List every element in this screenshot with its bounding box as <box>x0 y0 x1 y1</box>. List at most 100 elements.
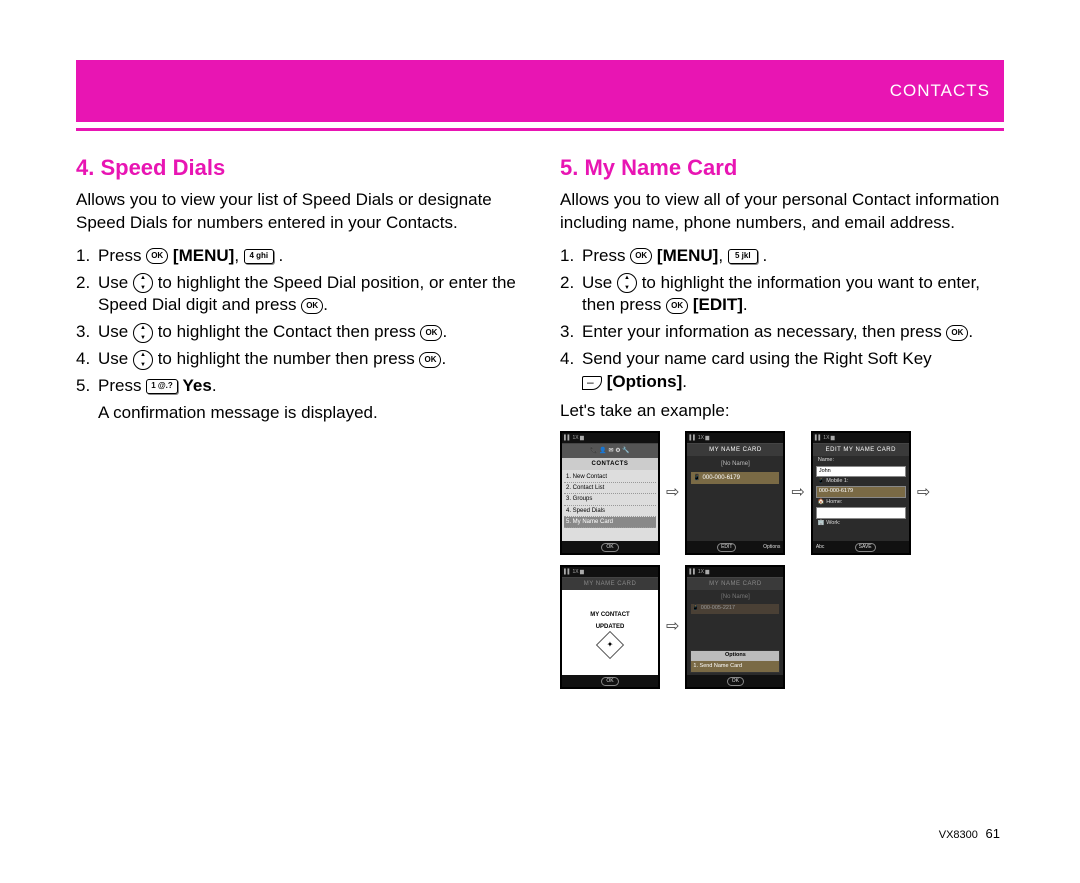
list-item: 2. Contact List <box>564 483 656 494</box>
nav-updown-icon <box>617 273 637 293</box>
list-item: 3. Groups <box>564 494 656 505</box>
phone-screen-title: EDIT MY NAME CARD <box>813 444 909 456</box>
model-number: VX8300 <box>939 829 978 841</box>
options-popup: Options 1. Send Name Card <box>690 650 780 673</box>
phone-softkeys: OK <box>687 675 783 687</box>
page-number: 61 <box>986 826 1000 841</box>
softkey-center: OK <box>601 543 618 552</box>
text: Send your name card using the Right Soft… <box>582 349 932 368</box>
screenshots-row-1: ▌▌ 1X ▆ 📞 👤 ✉ ⚙ 🔧 CONTACTS 1. New Contac… <box>560 431 1004 555</box>
header-section-label: CONTACTS <box>890 81 990 101</box>
confirm-diamond-icon: ✦ <box>596 631 624 659</box>
key-1: 1 @.? <box>146 379 178 394</box>
step-5-left: 5. Press 1 @.? Yes. <box>76 375 520 398</box>
popup-line: UPDATED <box>596 623 625 631</box>
step-text: Use to highlight the information you wan… <box>582 272 1004 318</box>
arrow-right-icon: ⇨ <box>917 482 930 504</box>
step-number: 1. <box>76 245 98 268</box>
list-item: 4. Speed Dials <box>564 506 656 517</box>
field-label: Mobile 1: <box>826 478 848 484</box>
text: . <box>758 246 767 265</box>
phone-body: 1. New Contact 2. Contact List 3. Groups… <box>562 470 658 541</box>
text: Use <box>98 349 133 368</box>
text: to highlight the Contact then press <box>158 322 421 341</box>
softkey-left: Abc <box>816 544 825 551</box>
step-text: Send your name card using the Right Soft… <box>582 348 1004 394</box>
phone-softkeys: EDITOptions <box>687 541 783 553</box>
phone-screen-title: MY NAME CARD <box>687 444 783 456</box>
field-label: Name: <box>818 457 834 463</box>
key-4: 4 ghi <box>244 249 274 264</box>
selected-number: 📱 000-000-6179 <box>691 472 779 484</box>
key-5: 5 jkl <box>728 249 758 264</box>
right-softkey-icon <box>582 376 602 390</box>
ok-icon: OK <box>946 325 968 341</box>
no-name: [No Name] <box>689 458 781 470</box>
step-number: 3. <box>76 321 98 344</box>
text: Press <box>582 246 630 265</box>
arrow-right-icon: ⇨ <box>791 482 804 504</box>
step-1-right: 1. Press OK [MENU], 5 jkl . <box>560 245 1004 268</box>
text: Use <box>98 322 133 341</box>
ok-icon: OK <box>420 325 442 341</box>
phone-body: [No Name] 📱 000-005-2217 Options 1. Send… <box>687 590 783 675</box>
column-right: 5. My Name Card Allows you to view all o… <box>560 153 1004 689</box>
intro-my-name-card: Allows you to view all of your personal … <box>560 189 1004 235</box>
phone-screen-title: MY NAME CARD <box>562 578 658 590</box>
softkey-center: OK <box>601 677 618 686</box>
phone-softkeys: OK <box>562 675 658 687</box>
nav-updown-icon <box>133 323 153 343</box>
edit-label: EDIT <box>699 295 738 314</box>
number-value: 000-000-6179 <box>703 475 740 481</box>
phone-screen-title: MY NAME CARD <box>687 578 783 590</box>
softkey-center: SAVE <box>855 543 876 552</box>
text: , <box>718 246 727 265</box>
step-number: 2. <box>76 272 98 318</box>
text: . <box>442 322 447 341</box>
text: . <box>274 246 283 265</box>
text: to highlight the information you want to… <box>582 273 980 315</box>
text: Use <box>98 273 133 292</box>
text: Press <box>98 376 146 395</box>
step-1-left: 1. Press OK [MENU], 4 ghi . <box>76 245 520 268</box>
step-text: Press 1 @.? Yes. <box>98 375 520 398</box>
columns: 4. Speed Dials Allows you to view your l… <box>76 153 1004 689</box>
phone-statusbar: ▌▌ 1X ▆ <box>813 433 909 444</box>
step-text: Use to highlight the number then press O… <box>98 348 520 371</box>
field-label: Work: <box>826 520 840 526</box>
softkey-center: OK <box>727 677 744 686</box>
popup-title: Options <box>691 651 779 660</box>
step-number: 1. <box>560 245 582 268</box>
phone-statusbar: ▌▌ 1X ▆ <box>687 433 783 444</box>
step-text: Press OK [MENU], 5 jkl . <box>582 245 1004 268</box>
field-value-selected: 000-000-6179 <box>816 486 906 497</box>
list-item: 1. New Contact <box>564 472 656 483</box>
phone-body: [No Name] 📱 000-000-6179 <box>687 456 783 541</box>
menu-label: MENU <box>179 246 229 265</box>
phone-softkeys: OK <box>562 541 658 553</box>
column-left: 4. Speed Dials Allows you to view your l… <box>76 153 520 689</box>
step-text: Use to highlight the Speed Dial position… <box>98 272 520 318</box>
step-number: 3. <box>560 321 582 344</box>
footer: VX8300 61 <box>939 826 1000 841</box>
phone-shot-contacts-menu: ▌▌ 1X ▆ 📞 👤 ✉ ⚙ 🔧 CONTACTS 1. New Contac… <box>560 431 660 555</box>
phone-iconbar: 📞 👤 ✉ ⚙ 🔧 <box>562 444 658 458</box>
popup-line: MY CONTACT <box>590 611 629 619</box>
section-title-my-name-card: 5. My Name Card <box>560 153 1004 183</box>
text: . <box>323 295 328 314</box>
ok-icon: OK <box>666 298 688 314</box>
step-2-right: 2. Use to highlight the information you … <box>560 272 1004 318</box>
dimmed-number: 📱 000-005-2217 <box>691 604 779 613</box>
nav-updown-icon <box>133 273 153 293</box>
options-label: Options <box>612 372 676 391</box>
field-label: Home: <box>826 499 842 505</box>
phone-shot-name-card-view: ▌▌ 1X ▆ MY NAME CARD [No Name] 📱 000-000… <box>685 431 785 555</box>
phone-screen-title: CONTACTS <box>562 458 658 470</box>
confirm-text: A confirmation message is displayed. <box>98 402 520 425</box>
section-title-speed-dials: 4. Speed Dials <box>76 153 520 183</box>
number-value: 000-005-2217 <box>701 605 735 611</box>
text: Enter your information as necessary, the… <box>582 322 946 341</box>
text: to highlight the number then press <box>158 349 420 368</box>
step-4-left: 4. Use to highlight the number then pres… <box>76 348 520 371</box>
step-3-left: 3. Use to highlight the Contact then pre… <box>76 321 520 344</box>
